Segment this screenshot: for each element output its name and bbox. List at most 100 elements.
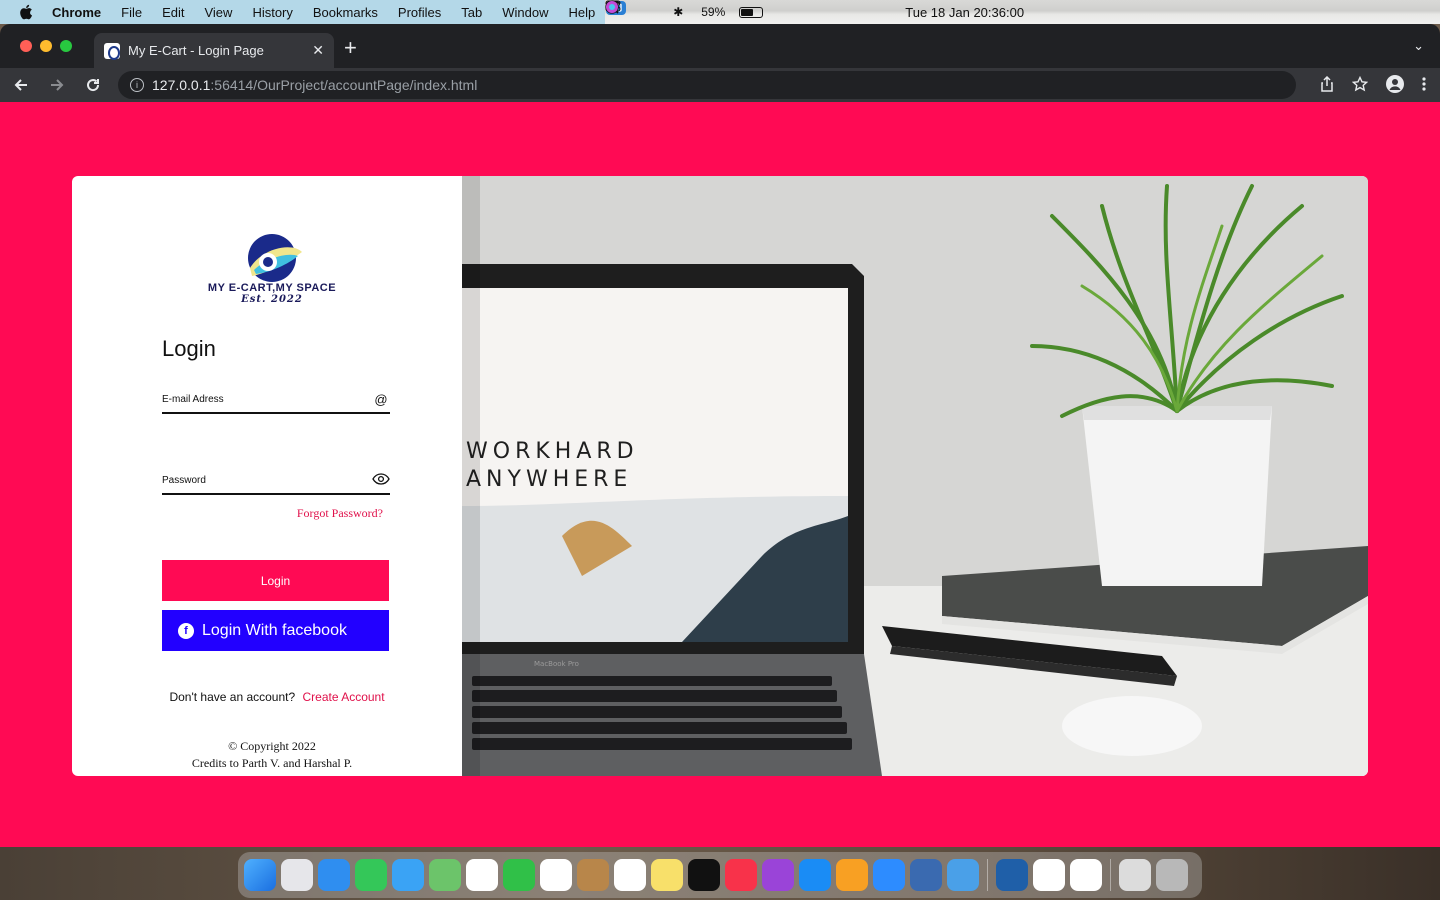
menu-window[interactable]: Window xyxy=(492,5,558,20)
page-viewport: MY E-CART,MY SPACE Est. 2022 Login @ For… xyxy=(0,102,1440,847)
new-tab-button[interactable]: + xyxy=(344,36,357,60)
tab-active[interactable]: My E-Cart - Login Page ✕ xyxy=(94,33,334,68)
menu-history[interactable]: History xyxy=(242,5,302,20)
menu-view[interactable]: View xyxy=(194,5,242,20)
page-title: Login xyxy=(162,336,216,361)
menu-bookmarks[interactable]: Bookmarks xyxy=(303,5,388,20)
maps-icon[interactable] xyxy=(429,859,461,891)
logo-title: MY E-CART,MY SPACE xyxy=(207,282,337,294)
menu-tab[interactable]: Tab xyxy=(451,5,492,20)
bookmark-star-icon[interactable] xyxy=(1351,75,1369,95)
close-window-button[interactable] xyxy=(20,40,32,52)
credits-text: Credits to Parth V. and Harshal P. xyxy=(191,756,353,770)
mail-icon[interactable] xyxy=(392,859,424,891)
chrome-window: My E-Cart - Login Page ✕ + ⌄ i 127.0.0.1… xyxy=(0,24,1440,847)
safari-icon[interactable] xyxy=(318,859,350,891)
apple-tv-icon[interactable] xyxy=(688,859,720,891)
screen-text-line1: WORKHARD xyxy=(466,439,639,464)
facebook-login-label: Login With facebook xyxy=(202,621,347,639)
hero-photo: WORKHARD ANYWHERE MacBook Pro xyxy=(462,176,1368,776)
messages-icon[interactable] xyxy=(355,859,387,891)
tab-strip: My E-Cart - Login Page ✕ + ⌄ xyxy=(0,24,1440,68)
menu-file[interactable]: File xyxy=(111,5,152,20)
finder-icon[interactable] xyxy=(244,859,276,891)
url-host: 127.0.0.1 xyxy=(152,77,211,93)
facebook-login-button[interactable]: f Login With facebook xyxy=(162,610,389,651)
launchpad-icon[interactable] xyxy=(281,859,313,891)
eye-icon[interactable] xyxy=(372,472,390,488)
laptop-label: MacBook Pro xyxy=(534,660,579,668)
play-icon[interactable] xyxy=(605,0,655,19)
music-icon[interactable] xyxy=(725,859,757,891)
at-sign-icon: @ xyxy=(374,391,388,407)
pages-icon[interactable] xyxy=(836,859,868,891)
document-stack-icon[interactable] xyxy=(1119,859,1151,891)
login-button[interactable]: Login xyxy=(162,560,389,601)
virtualbox-icon[interactable] xyxy=(910,859,942,891)
more-menu-icon[interactable] xyxy=(1422,76,1426,95)
contacts-icon[interactable] xyxy=(577,859,609,891)
menubar-clock[interactable]: Tue 18 Jan 20:36:00 xyxy=(905,5,1024,20)
browser-toolbar: i 127.0.0.1:56414/OurProject/accountPage… xyxy=(0,68,1440,102)
wifi-icon[interactable] xyxy=(605,0,795,19)
chrome-icon[interactable] xyxy=(1033,859,1065,891)
url-path: :56414/OurProject/accountPage/index.html xyxy=(210,77,478,93)
facebook-icon: f xyxy=(178,622,194,639)
close-tab-icon[interactable]: ✕ xyxy=(312,42,324,59)
facetime-icon[interactable] xyxy=(503,859,535,891)
site-info-icon[interactable]: i xyxy=(130,78,144,92)
reload-button[interactable] xyxy=(82,74,104,96)
app-window-icon[interactable] xyxy=(996,859,1028,891)
app-store-icon[interactable] xyxy=(799,859,831,891)
favicon-icon xyxy=(104,42,120,60)
macos-menubar: Chrome File Edit View History Bookmarks … xyxy=(0,0,1440,24)
podcasts-icon[interactable] xyxy=(762,859,794,891)
copyright-text: © Copyright 2022 xyxy=(228,739,316,753)
back-button[interactable] xyxy=(10,74,32,96)
copyright-footer: © Copyright 2022 Credits to Parth V. and… xyxy=(162,738,382,772)
search-icon[interactable] xyxy=(605,0,827,19)
tab-title: My E-Cart - Login Page xyxy=(128,43,264,58)
control-center-icon[interactable] xyxy=(605,0,859,19)
zoom-icon[interactable] xyxy=(873,859,905,891)
create-account-link[interactable]: Create Account xyxy=(303,690,385,704)
bluetooth-icon[interactable]: ✱ xyxy=(669,5,687,19)
battery-percent: 59% xyxy=(701,5,726,19)
tab-search-chevron-icon[interactable]: ⌄ xyxy=(1413,38,1424,54)
zoom-window-button[interactable] xyxy=(60,40,72,52)
screen-text-line2: ANYWHERE xyxy=(466,467,632,492)
macos-dock xyxy=(238,852,1202,898)
menu-profiles[interactable]: Profiles xyxy=(388,5,451,20)
reminders-icon[interactable] xyxy=(614,859,646,891)
signup-prompt: Don't have an account? Create Account xyxy=(162,690,392,704)
menu-edit[interactable]: Edit xyxy=(152,5,194,20)
email-field: @ xyxy=(162,386,390,414)
email-input[interactable] xyxy=(162,393,372,405)
address-bar[interactable]: i 127.0.0.1:56414/OurProject/accountPage… xyxy=(118,71,1296,99)
forward-button[interactable] xyxy=(46,74,68,96)
password-field xyxy=(162,467,390,495)
calendar-icon[interactable] xyxy=(540,859,572,891)
dock-divider-2 xyxy=(1110,859,1111,891)
logo-subtitle: Est. 2022 xyxy=(241,294,303,305)
apple-menu-icon[interactable] xyxy=(0,4,52,20)
desk-photo-illustration: WORKHARD ANYWHERE MacBook Pro xyxy=(462,176,1368,776)
chrome-secondary-icon[interactable] xyxy=(1070,859,1102,891)
trash-icon[interactable] xyxy=(1156,859,1188,891)
password-input[interactable] xyxy=(162,474,372,486)
menu-help[interactable]: Help xyxy=(559,5,606,20)
minimize-window-button[interactable] xyxy=(40,40,52,52)
siri-icon[interactable] xyxy=(606,1,891,19)
notes-icon[interactable] xyxy=(651,859,683,891)
photos-icon[interactable] xyxy=(466,859,498,891)
signup-text: Don't have an account? xyxy=(169,690,296,704)
login-card: MY E-CART,MY SPACE Est. 2022 Login @ For… xyxy=(72,176,1368,776)
dock-divider xyxy=(987,859,988,891)
menu-app-name[interactable]: Chrome xyxy=(52,5,111,20)
profile-avatar-icon[interactable] xyxy=(1386,74,1404,96)
share-icon[interactable] xyxy=(1320,75,1334,95)
battery-icon[interactable] xyxy=(739,6,764,18)
xcode-icon[interactable] xyxy=(947,859,979,891)
forgot-password-link[interactable]: Forgot Password? xyxy=(162,506,383,521)
window-controls xyxy=(20,40,72,52)
